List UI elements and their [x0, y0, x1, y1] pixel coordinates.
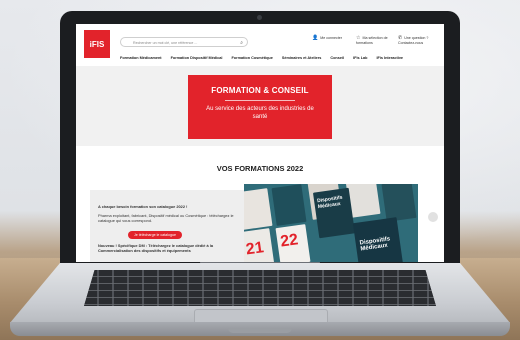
nav-medicament[interactable]: Formation Médicament: [120, 54, 162, 62]
cover-7: 22: [275, 224, 311, 262]
camera-icon: [257, 15, 262, 20]
search-icon[interactable]: ⌕: [240, 38, 243, 48]
contact-link[interactable]: ✆ Une question ? Contactez-nous: [398, 36, 442, 45]
nav-cosmetique[interactable]: Formation Cosmétique: [231, 54, 272, 62]
cover-6: 21: [244, 228, 275, 262]
carousel-next-button[interactable]: [428, 212, 438, 222]
hero-divider: [225, 100, 295, 101]
section-title: VOS FORMATIONS 2022: [216, 164, 304, 173]
login-link[interactable]: 👤 Me connecter: [312, 36, 342, 41]
cover-title-b: Dispositifs Médicaux: [359, 236, 391, 253]
cover-9: Dispositifs Médicaux: [352, 217, 404, 262]
nav-conseil[interactable]: Conseil: [330, 54, 344, 62]
nav-ifis-interactive[interactable]: IFis Interactive: [376, 54, 403, 62]
hero-banner: FORMATION & CONSEIL Au service des acteu…: [76, 66, 444, 146]
catalogue-covers-image: 21 22 Dispositifs Médicaux Dispositifs M…: [244, 184, 418, 262]
download-catalogue-button[interactable]: Je télécharge le catalogue: [128, 231, 182, 239]
hero-box: FORMATION & CONSEIL Au service des acteu…: [188, 75, 332, 139]
nav-dispositif-medical[interactable]: Formation Dispositif Médical: [171, 54, 223, 62]
search-input[interactable]: Rechercher un mot clé, une référence ...…: [120, 37, 248, 47]
promo-footer: Nouveau ! Spécifique DM : Téléchargez le…: [98, 243, 214, 253]
main-nav: Formation Médicament Formation Dispositi…: [120, 54, 440, 62]
hero-subtitle: Au service des acteurs des industries de…: [206, 106, 314, 120]
promo-text: Pharma exploitant, fabricant, Dispositif…: [98, 213, 234, 223]
cover-2: [271, 184, 307, 226]
search-placeholder: Rechercher un mot clé, une référence ...: [133, 41, 198, 45]
catalogue-promo: A chaque besoin formation son catalogue …: [90, 190, 244, 262]
cover-title-a: Dispositifs Médicaux: [316, 194, 343, 211]
user-icon: 👤: [312, 35, 319, 41]
site-logo[interactable]: iFIS: [84, 30, 110, 58]
cover-year-b: 22: [279, 231, 300, 251]
cover-1: [244, 188, 273, 230]
selection-link[interactable]: ☆ Ma sélection de formations: [356, 36, 396, 45]
promo-heading: A chaque besoin formation son catalogue …: [98, 204, 188, 209]
laptop-screen: iFIS Rechercher un mot clé, une référenc…: [76, 24, 444, 262]
cover-8: Dispositifs Médicaux: [312, 187, 356, 239]
nav-ifis-lab[interactable]: IFis Lab: [353, 54, 367, 62]
keyboard-rows: [84, 270, 436, 306]
cover-year-a: 21: [244, 239, 265, 259]
site-header: iFIS Rechercher un mot clé, une référenc…: [76, 24, 444, 67]
lid-notch: [228, 328, 292, 333]
cover-5: [381, 184, 417, 222]
hero-title: FORMATION & CONSEIL: [211, 86, 309, 95]
nav-seminaires[interactable]: Séminaires et Ateliers: [282, 54, 322, 62]
